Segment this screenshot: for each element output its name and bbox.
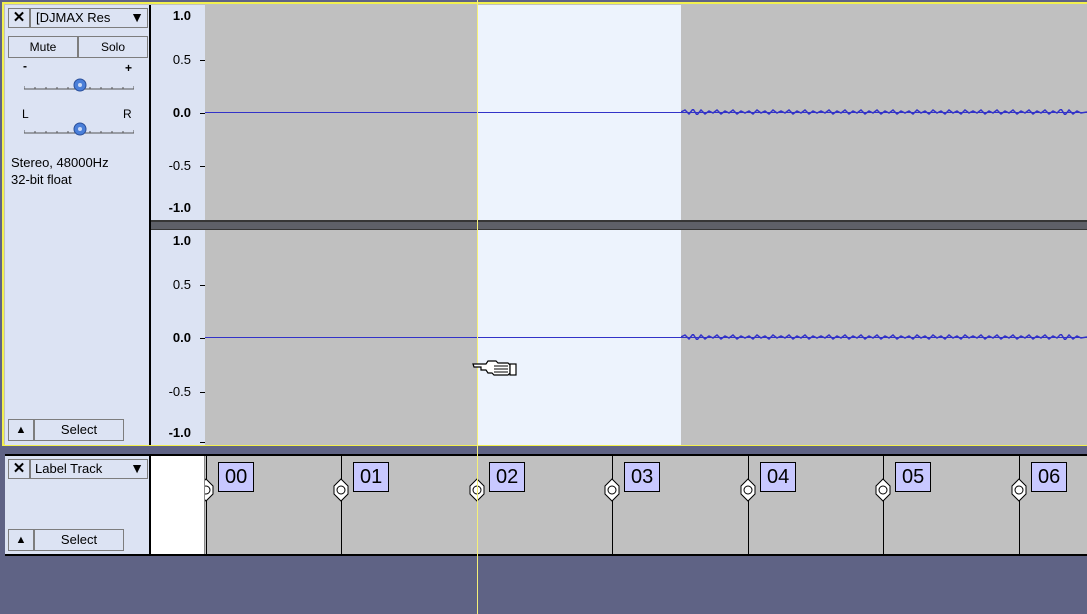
label-track-ruler-spacer (151, 456, 205, 554)
ruler-tick-0.0: 0.0 (172, 105, 191, 120)
label-track-name-menu-button[interactable]: Label Track ▼ (30, 459, 148, 479)
collapse-arrow-icon: ▲ (15, 534, 27, 546)
label-drag-handle-icon[interactable] (603, 476, 621, 504)
ruler-tick-1.0: 1.0 (172, 233, 191, 248)
collapse-arrow-icon: ▲ (15, 424, 27, 436)
channel-separator[interactable] (151, 220, 1087, 230)
pan-left-label: L (22, 107, 29, 121)
ruler-tick-0.5: 0.5 (172, 277, 191, 292)
label-stem (206, 456, 207, 554)
ruler-tick-neg-1.0: -1.0 (168, 425, 191, 440)
label-text-box[interactable]: 01 (353, 462, 390, 492)
edit-cursor-line (477, 0, 478, 614)
right-channel-waveform (681, 334, 1087, 340)
close-label-track-button[interactable]: ✕ (8, 459, 30, 479)
label-stem (341, 456, 342, 554)
gain-min-label: - (23, 59, 27, 73)
close-track-button[interactable]: ✕ (8, 8, 30, 28)
close-icon: ✕ (12, 460, 26, 477)
gain-slider-thumb[interactable] (73, 78, 87, 92)
empty-project-area[interactable] (0, 556, 1087, 614)
label-drag-handle-icon[interactable] (874, 476, 892, 504)
pointing-hand-cursor-icon (472, 360, 517, 376)
label-drag-handle-icon[interactable] (1010, 476, 1028, 504)
ruler-tick-neg-0.5: -0.5 (168, 158, 191, 173)
ruler-tick-neg-1.0: -1.0 (168, 200, 191, 215)
close-icon: ✕ (12, 9, 26, 26)
pan-right-label: R (123, 107, 132, 121)
ruler-tick-1.0: 1.0 (172, 8, 191, 23)
label-track-control-panel: ✕ Label Track ▼ ▲ Select (5, 456, 151, 554)
ruler-tick-neg-0.5: -0.5 (168, 384, 191, 399)
label-text-box[interactable]: 04 (760, 462, 797, 492)
label-text-box[interactable]: 02 (489, 462, 526, 492)
track-name: [DJMAX Res (36, 10, 111, 25)
label-text-box[interactable]: 05 (895, 462, 932, 492)
label-track-area[interactable]: 00 01 02 03 04 05 06 (205, 456, 1087, 554)
label-drag-handle-icon[interactable] (332, 476, 350, 504)
label-text-box[interactable]: 00 (218, 462, 255, 492)
left-channel-waveform (681, 109, 1087, 115)
pan-slider-thumb[interactable] (73, 122, 87, 136)
audio-track-control-panel: ✕ [DJMAX Res ▼ Mute Solo - + L R Stereo,… (5, 5, 151, 445)
select-track-button[interactable]: Select (34, 419, 124, 441)
label-text-box[interactable]: 03 (624, 462, 661, 492)
dropdown-arrow-icon: ▼ (130, 9, 144, 25)
track-name-menu-button[interactable]: [DJMAX Res ▼ (30, 8, 148, 28)
label-drag-handle-icon[interactable] (739, 476, 757, 504)
sample-rate-text: Stereo, 48000Hz (11, 155, 109, 170)
label-text-box[interactable]: 06 (1031, 462, 1068, 492)
label-stem (1019, 456, 1020, 554)
collapse-label-track-button[interactable]: ▲ (8, 529, 34, 551)
track-format-info: Stereo, 48000Hz 32-bit float (11, 154, 109, 188)
label-stem (748, 456, 749, 554)
label-stem (612, 456, 613, 554)
ruler-tick-0.0: 0.0 (172, 330, 191, 345)
label-track-name: Label Track (35, 461, 103, 476)
label-stem (883, 456, 884, 554)
gain-max-label: + (125, 61, 133, 75)
bit-depth-text: 32-bit float (11, 172, 72, 187)
dropdown-arrow-icon: ▼ (130, 460, 144, 476)
select-label-track-button[interactable]: Select (34, 529, 124, 551)
solo-button[interactable]: Solo (78, 36, 148, 58)
label-drag-handle-icon[interactable] (205, 476, 215, 504)
ruler-tick-0.5: 0.5 (172, 52, 191, 67)
collapse-track-button[interactable]: ▲ (8, 419, 34, 441)
mute-button[interactable]: Mute (8, 36, 78, 58)
